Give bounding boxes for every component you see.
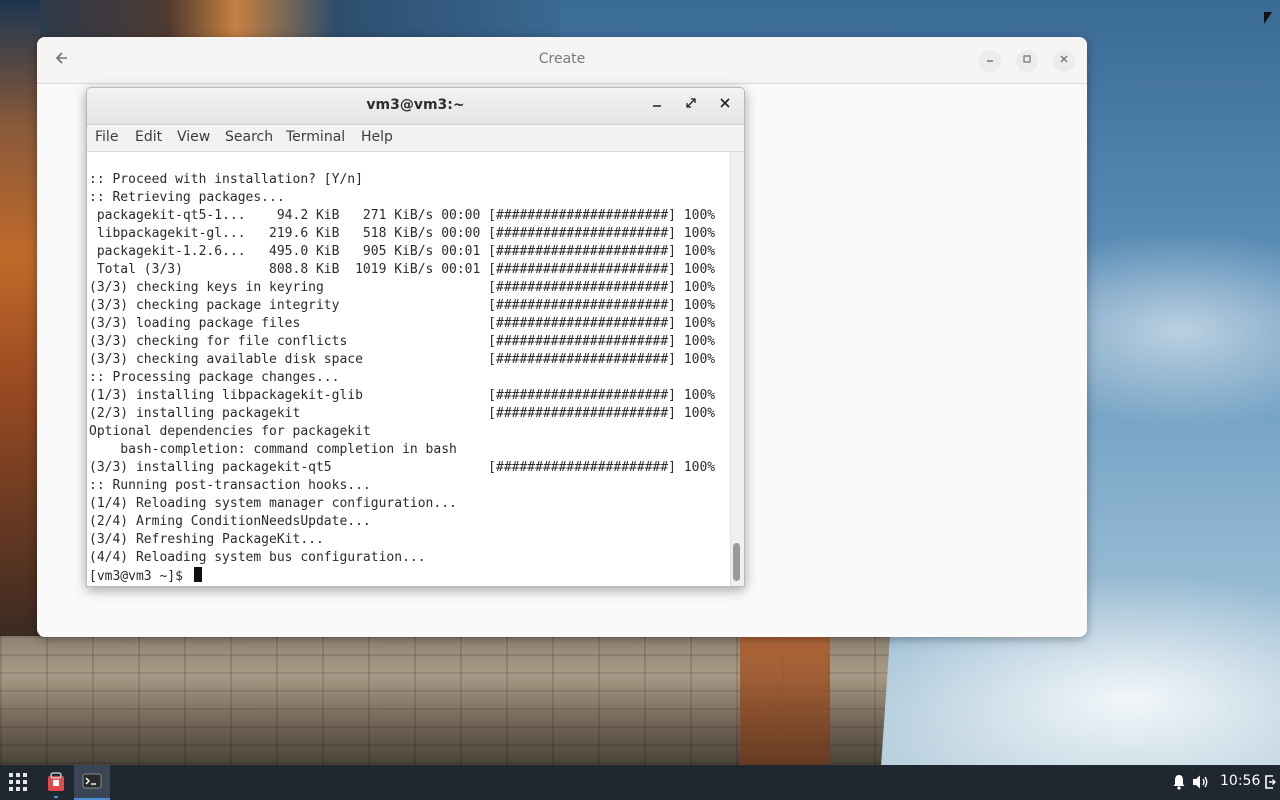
create-window-title: Create <box>538 51 586 67</box>
terminal-scrollbar-thumb[interactable] <box>733 543 740 581</box>
menu-view[interactable]: View <box>177 129 210 145</box>
wallpaper-colosseum-arch <box>740 636 830 765</box>
minimize-icon[interactable] <box>979 50 1001 72</box>
menu-edit[interactable]: Edit <box>135 129 162 145</box>
terminal-line: (4/4) Reloading system bus configuration… <box>89 550 426 565</box>
menu-search[interactable]: Search <box>225 129 273 145</box>
menu-help[interactable]: Help <box>361 129 393 145</box>
menu-file[interactable]: File <box>95 129 118 145</box>
exit-icon[interactable] <box>1264 774 1276 794</box>
terminal-prompt-line: [vm3@vm3 ~]$ <box>89 567 715 585</box>
terminal-line: :: Retrieving packages... <box>89 190 285 205</box>
terminal-line: :: Running post-transaction hooks... <box>89 478 371 493</box>
bell-icon[interactable] <box>1172 774 1186 794</box>
terminal-line: (1/4) Reloading system manager configura… <box>89 496 457 511</box>
terminal-output[interactable]: :: Proceed with installation? [Y/n]:: Re… <box>87 152 730 586</box>
terminal-text: :: Proceed with installation? [Y/n]:: Re… <box>89 171 715 585</box>
terminal-line: (2/4) Arming ConditionNeedsUpdate... <box>89 514 371 529</box>
terminal-icon[interactable] <box>74 765 110 800</box>
create-window-header: Create <box>37 37 1087 84</box>
app-grid-icon[interactable] <box>0 765 36 800</box>
maximize-icon[interactable] <box>1016 50 1038 72</box>
mouse-pointer-icon <box>1264 12 1272 24</box>
clock[interactable]: 10:56 <box>1220 773 1260 789</box>
close-icon[interactable] <box>715 96 735 116</box>
terminal-menubar: File Edit View Search Terminal Help <box>87 125 744 152</box>
terminal-line: (3/3) checking for file conflicts [#####… <box>89 334 716 349</box>
terminal-line: (3/3) loading package files [###########… <box>89 316 716 331</box>
terminal-cursor <box>193 567 202 582</box>
wallpaper-arch-top <box>0 0 560 38</box>
wallpaper-arch-left <box>0 0 40 640</box>
terminal-window[interactable]: vm3@vm3:~ File Edit View Search Terminal… <box>86 87 745 587</box>
terminal-line: (3/3) checking keys in keyring [########… <box>89 280 716 295</box>
menu-terminal[interactable]: Terminal <box>286 129 345 145</box>
terminal-line: Optional dependencies for packagekit <box>89 424 371 439</box>
terminal-line: :: Proceed with installation? [Y/n] <box>89 172 363 187</box>
terminal-line: (3/3) checking package integrity [######… <box>89 298 716 313</box>
close-icon[interactable] <box>1053 50 1075 72</box>
terminal-line: (2/3) installing packagekit [###########… <box>89 406 716 421</box>
terminal-titlebar[interactable]: vm3@vm3:~ <box>87 88 744 125</box>
terminal-line: packagekit-qt5-1... 94.2 KiB 271 KiB/s 0… <box>89 208 716 223</box>
terminal-line: packagekit-1.2.6... 495.0 KiB 905 KiB/s … <box>89 244 716 259</box>
terminal-title: vm3@vm3:~ <box>366 97 465 113</box>
terminal-line: (3/3) installing packagekit-qt5 [#######… <box>89 460 716 475</box>
terminal-line: (3/3) checking available disk space [###… <box>89 352 716 367</box>
maximize-icon[interactable] <box>681 96 701 116</box>
terminal-line: (3/4) Refreshing PackageKit... <box>89 532 324 547</box>
terminal-line: :: Processing package changes... <box>89 370 340 385</box>
terminal-line: (1/3) installing libpackagekit-glib [###… <box>89 388 716 403</box>
terminal-line: bash-completion: command completion in b… <box>89 442 457 457</box>
terminal-line: Total (3/3) 808.8 KiB 1019 KiB/s 00:01 [… <box>89 262 716 277</box>
software-store-icon[interactable] <box>38 765 74 800</box>
terminal-scrollbar[interactable] <box>730 152 744 586</box>
minimize-icon[interactable] <box>647 96 667 116</box>
terminal-prompt: [vm3@vm3 ~]$ <box>89 569 191 584</box>
taskbar: 10:56 <box>0 765 1280 800</box>
speaker-icon[interactable] <box>1192 774 1210 794</box>
terminal-line: libpackagekit-gl... 219.6 KiB 518 KiB/s … <box>89 226 716 241</box>
